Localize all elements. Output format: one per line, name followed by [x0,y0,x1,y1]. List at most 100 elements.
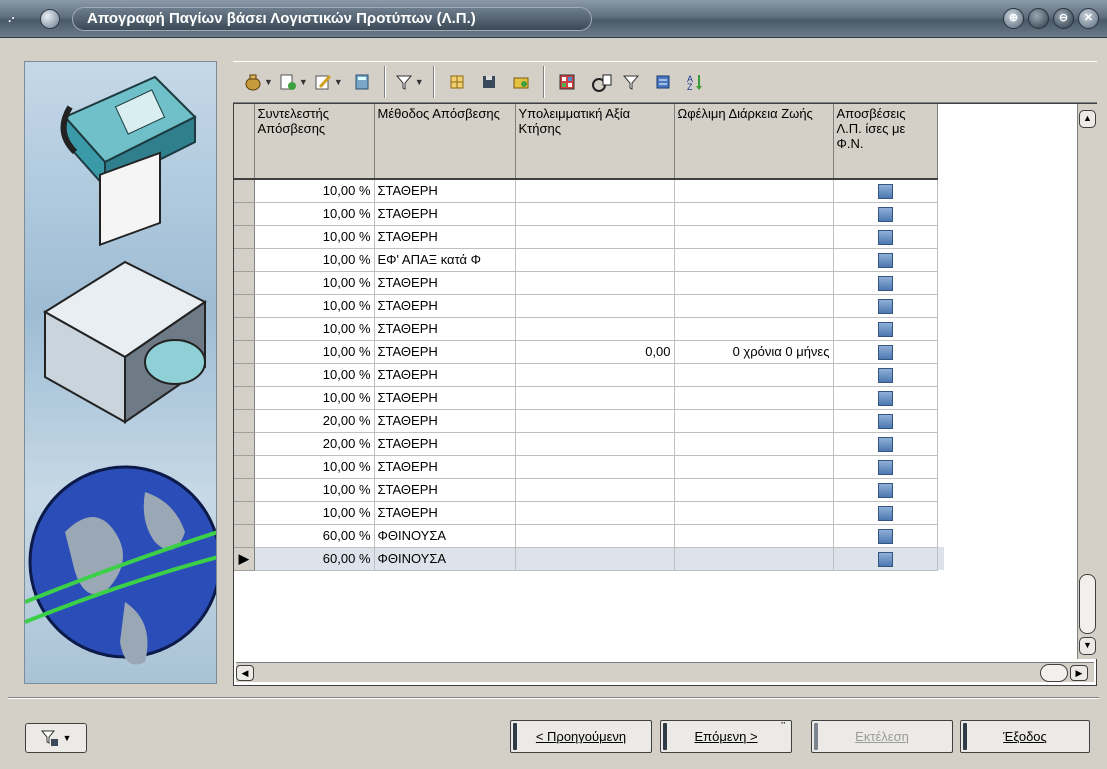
method-cell[interactable]: ΣΤΑΘΕΡΗ [374,455,516,479]
money-bag-button[interactable]: ▼ [244,68,273,96]
equal-depreciation-checkbox[interactable] [833,340,938,364]
exit-button[interactable]: Έξοδος [960,720,1090,753]
open-folder-button[interactable] [508,68,534,96]
rate-cell[interactable]: 10,00 % [254,294,375,318]
equal-depreciation-checkbox[interactable] [833,501,938,525]
table-row[interactable]: 10,00 % ΣΤΑΘΕΡΗ [234,478,944,502]
residual-value-cell[interactable] [515,248,675,272]
residual-value-cell[interactable] [515,225,675,249]
rate-cell[interactable]: 60,00 % [254,524,375,548]
equal-depreciation-checkbox[interactable] [833,294,938,318]
table-row[interactable]: 10,00 % ΣΤΑΘΕΡΗ [234,271,944,295]
checkbox-checked-icon[interactable] [877,252,893,268]
residual-value-cell[interactable] [515,271,675,295]
horizontal-scrollbar[interactable]: ◀ ▶ [236,662,1094,682]
save-button[interactable] [476,68,502,96]
method-cell[interactable]: ΣΤΑΘΕΡΗ [374,271,516,295]
checkbox-checked-icon[interactable] [877,436,893,452]
equal-depreciation-checkbox[interactable] [833,409,938,433]
next-button[interactable]: Επόμενη > ¨ [660,720,792,753]
residual-value-cell[interactable] [515,547,675,571]
rate-cell[interactable]: 10,00 % [254,248,375,272]
equal-depreciation-checkbox[interactable] [833,271,938,295]
rate-cell[interactable]: 10,00 % [254,225,375,249]
table-row[interactable]: 10,00 % ΣΤΑΘΕΡΗ [234,317,944,341]
useful-life-cell[interactable] [674,547,834,571]
column-header[interactable]: Μέθοδος Απόσβεσης [374,104,516,180]
table-row[interactable]: 10,00 % ΣΤΑΘΕΡΗ [234,363,944,387]
residual-value-cell[interactable]: 0,00 [515,340,675,364]
useful-life-cell[interactable] [674,501,834,525]
layout-button[interactable] [554,68,580,96]
table-row[interactable]: 10,00 % ΣΤΑΘΕΡΗ [234,386,944,410]
minimize-icon[interactable] [1028,8,1049,29]
checkbox-checked-icon[interactable] [877,206,893,222]
rate-cell[interactable]: 60,00 % [254,547,375,571]
table-row[interactable]: 10,00 % ΣΤΑΘΕΡΗ [234,179,944,203]
dropdown-arrow-icon[interactable]: ▼ [264,77,273,87]
dropdown-arrow-icon[interactable]: ▼ [415,77,424,87]
residual-value-cell[interactable] [515,455,675,479]
residual-value-cell[interactable] [515,524,675,548]
column-header[interactable]: Υπολειμματική Αξία Κτήσης [515,104,675,180]
equal-depreciation-checkbox[interactable] [833,225,938,249]
residual-value-cell[interactable] [515,294,675,318]
add-record-button[interactable]: ▼ [279,68,308,96]
useful-life-cell[interactable] [674,225,834,249]
rate-cell[interactable]: 10,00 % [254,501,375,525]
filter2-button[interactable] [618,68,644,96]
method-cell[interactable]: ΦΘΙΝΟΥΣΑ [374,547,516,571]
title-bar[interactable]: .· Απογραφή Παγίων βάσει Λογιστικών Προτ… [0,0,1107,38]
equal-depreciation-checkbox[interactable] [833,455,938,479]
checkbox-checked-icon[interactable] [877,275,893,291]
method-cell[interactable]: ΣΤΑΘΕΡΗ [374,478,516,502]
table-row[interactable]: 10,00 % ΣΤΑΘΕΡΗ [234,202,944,226]
table-row[interactable]: 20,00 % ΣΤΑΘΕΡΗ [234,409,944,433]
checkbox-checked-icon[interactable] [877,298,893,314]
filter-button[interactable]: ▼ [395,68,424,96]
equal-depreciation-checkbox[interactable] [833,363,938,387]
residual-value-cell[interactable] [515,501,675,525]
residual-value-cell[interactable] [515,478,675,502]
list-button[interactable] [650,68,676,96]
table-row[interactable]: 20,00 % ΣΤΑΘΕΡΗ [234,432,944,456]
calculator-button[interactable] [349,68,375,96]
checkbox-checked-icon[interactable] [877,390,893,406]
equal-depreciation-checkbox[interactable] [833,179,938,203]
useful-life-cell[interactable] [674,202,834,226]
method-cell[interactable]: ΣΤΑΘΕΡΗ [374,317,516,341]
checkbox-checked-icon[interactable] [877,413,893,429]
rate-cell[interactable]: 10,00 % [254,386,375,410]
method-cell[interactable]: ΦΘΙΝΟΥΣΑ [374,524,516,548]
useful-life-cell[interactable]: 0 χρόνια 0 μήνες [674,340,834,364]
dropdown-arrow-icon[interactable]: ▼ [334,77,343,87]
data-grid[interactable]: Συντελεστής Απόσβεσης Μέθοδος Απόσβεσης … [233,103,1097,686]
equal-depreciation-checkbox[interactable] [833,248,938,272]
useful-life-cell[interactable] [674,386,834,410]
method-cell[interactable]: ΣΤΑΘΕΡΗ [374,294,516,318]
useful-life-cell[interactable] [674,317,834,341]
useful-life-cell[interactable] [674,179,834,203]
residual-value-cell[interactable] [515,317,675,341]
table-row[interactable]: ▶ 60,00 % ΦΘΙΝΟΥΣΑ [234,547,944,571]
equal-depreciation-checkbox[interactable] [833,202,938,226]
useful-life-cell[interactable] [674,432,834,456]
residual-value-cell[interactable] [515,179,675,203]
table-row[interactable]: 10,00 % ΣΤΑΘΕΡΗ [234,225,944,249]
useful-life-cell[interactable] [674,248,834,272]
method-cell[interactable]: ΣΤΑΘΕΡΗ [374,501,516,525]
sort-button[interactable]: AZ [682,68,708,96]
restore-icon[interactable]: ⊖ [1053,8,1074,29]
edit-button[interactable]: ▼ [314,68,343,96]
rate-cell[interactable]: 10,00 % [254,317,375,341]
method-cell[interactable]: ΣΤΑΘΕΡΗ [374,409,516,433]
checkbox-checked-icon[interactable] [877,344,893,360]
checkbox-checked-icon[interactable] [877,367,893,383]
useful-life-cell[interactable] [674,271,834,295]
grid-button[interactable] [444,68,470,96]
equal-depreciation-checkbox[interactable] [833,386,938,410]
method-cell[interactable]: ΕΦ' ΑΠΑΞ κατά Φ [374,248,516,272]
useful-life-cell[interactable] [674,455,834,479]
columns-button[interactable] [586,68,612,96]
useful-life-cell[interactable] [674,524,834,548]
